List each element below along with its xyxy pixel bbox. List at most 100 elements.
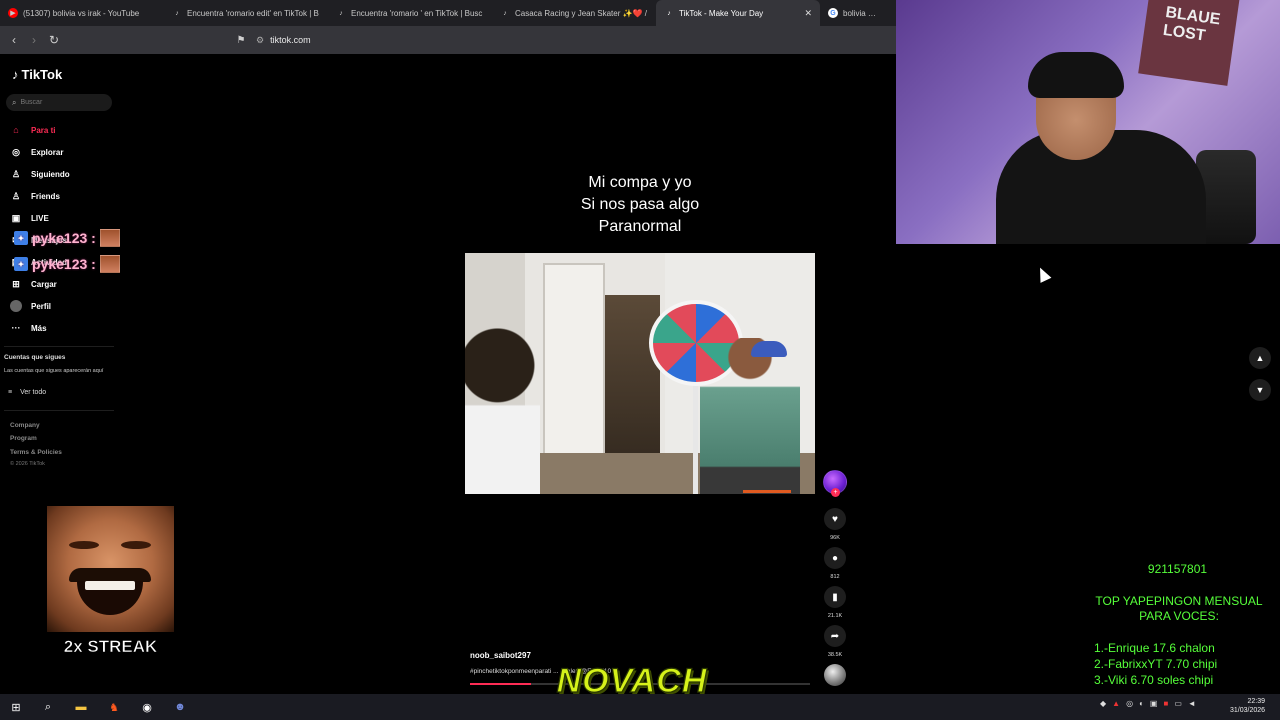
video-progress (743, 490, 791, 493)
see-all-label: Ver todo (20, 389, 47, 396)
comment-count: 812 (830, 574, 840, 580)
chevron-up-icon[interactable]: ▲ (1249, 347, 1271, 369)
search-input[interactable]: ⌕ Buscar (6, 94, 112, 111)
nav-friends[interactable]: ♙ Friends (10, 188, 60, 204)
rank-row: 2.-FabrixxYT 7.70 chipi (1094, 657, 1218, 671)
home-icon: ⌂ (13, 125, 19, 135)
tiktok-icon: ♪ (339, 9, 343, 17)
tab-title: Casaca Racing y Jean Skater ✨❤️ / (515, 8, 647, 18)
address-bar[interactable]: ⚙ tiktok.com (256, 31, 816, 49)
comment-icon[interactable]: ● (824, 547, 846, 569)
comment-action[interactable]: ● 812 (822, 547, 848, 580)
nav-label: Perfil (31, 301, 52, 311)
tiktok-logo[interactable]: ♪ TikTok (12, 67, 62, 82)
reload-icon[interactable]: ↻ (44, 30, 64, 50)
nav-para-ti[interactable]: ⌂ Para ti (10, 122, 55, 138)
nav-label: Cargar (31, 279, 57, 289)
nav-siguiendo[interactable]: ♙ Siguiendo (10, 166, 70, 182)
browser-tab[interactable]: ♪ Casaca Racing y Jean Skater ✨❤️ / (492, 0, 656, 26)
top-donors-title: TOP YAPEPINGON MENSUAL PARA VOCES: (1095, 594, 1263, 623)
caption-line: Paranormal (598, 218, 682, 235)
video-caption: Mi compa y yo Si nos pasa algo Paranorma… (520, 172, 760, 238)
tray-icon[interactable]: ◆ (1100, 699, 1106, 708)
nav-perfil[interactable]: ● Perfil (10, 298, 51, 314)
streamer-hair (1028, 52, 1124, 98)
logo-text: TikTok (21, 67, 63, 82)
chat-message: ✦ pyke123 : (14, 254, 120, 274)
share-action[interactable]: ➦ 38.5K (822, 625, 848, 658)
tray-icon[interactable]: ◎ (1126, 699, 1133, 708)
nav-live[interactable]: ▣ LIVE (10, 210, 49, 226)
brand-logo: NOVACH (556, 661, 708, 700)
youtube-icon: ▶ (8, 8, 18, 18)
bookmark-icon[interactable]: ▮ (824, 586, 846, 608)
share-icon[interactable]: ➦ (824, 625, 846, 647)
phone-number: 921157801 (1147, 562, 1208, 576)
browser-tab-active[interactable]: ♪ TikTok - Make Your Day ✕ (656, 0, 820, 26)
nav-label: Friends (31, 191, 60, 201)
tray-icon[interactable]: ■ (1163, 699, 1168, 708)
brave-icon[interactable]: ♞ (103, 697, 125, 717)
save-count: 21.1K (827, 613, 843, 619)
share-count: 38.5K (827, 652, 843, 658)
like-action[interactable]: ♥ 96K (822, 508, 848, 541)
music-disc-icon[interactable] (824, 664, 846, 686)
footer-company[interactable]: Company (10, 422, 40, 429)
footer-program[interactable]: Program (10, 435, 37, 442)
bookmark-icon[interactable]: ⚑ (231, 30, 251, 50)
video-username[interactable]: noob_saibot297 (470, 651, 531, 660)
chat-emote (99, 255, 120, 273)
back-icon[interactable]: ‹ (4, 30, 24, 50)
app-icon[interactable]: ◉ (136, 697, 158, 717)
chat-username: pyke123 : (32, 230, 96, 246)
nav-label: LIVE (31, 213, 49, 223)
mouse-cursor (1034, 265, 1052, 283)
caption-line: Si nos pasa algo (580, 196, 700, 213)
tab-title: Encuentra 'romario ' en TikTok | Busc (351, 8, 483, 18)
heart-icon[interactable]: ♥ (824, 508, 846, 530)
tray-icon[interactable]: ◐ (1139, 699, 1144, 708)
chevron-down-icon[interactable]: ▼ (1249, 379, 1271, 401)
following-section-sub: Las cuentas que sigues aparecerán aquí (4, 368, 104, 374)
forward-icon[interactable]: › (24, 30, 44, 50)
volume-icon[interactable]: ◄ (1188, 699, 1196, 708)
follow-plus-icon[interactable]: + (831, 488, 840, 497)
browser-tab[interactable]: ♪ Encuentra 'romario ' en TikTok | Busc (328, 0, 492, 26)
chat-emote (99, 229, 120, 247)
divider (4, 346, 114, 347)
taskbar-clock[interactable]: 22:39 31/03/2026 (1230, 697, 1265, 715)
discord-icon[interactable]: ☻ (169, 697, 191, 717)
tray-icon[interactable]: ▲ (1112, 699, 1120, 708)
see-all-link[interactable]: ≡ Ver todo (8, 389, 46, 396)
nav-explorar[interactable]: ◎ Explorar (10, 144, 63, 160)
browser-tab[interactable]: G bolivia vs - Bu (820, 0, 886, 26)
upload-icon: ⊞ (12, 278, 20, 289)
windows-start-icon[interactable]: ⊞ (5, 697, 27, 717)
list-icon: ≡ (8, 389, 13, 396)
webcam-feed: BLAUE LOST (896, 0, 1280, 244)
search-icon[interactable]: ⌕ (37, 697, 59, 717)
browser-tab[interactable]: ▶ (51307) bolivia vs irak - YouTube (0, 0, 164, 26)
streak-image (47, 506, 174, 632)
browser-tab[interactable]: ♪ Encuentra 'romario edit' en TikTok | B (164, 0, 328, 26)
rank-row: 3.-Viki 6.70 soles chipi (1094, 673, 1214, 687)
tray-icon[interactable]: ▣ (1150, 699, 1158, 708)
following-icon: ♙ (11, 168, 21, 179)
network-icon[interactable]: ▭ (1174, 699, 1182, 708)
video-player[interactable] (465, 253, 815, 494)
nav-mas[interactable]: ··· Más (10, 320, 47, 336)
system-tray: ◆ ▲ ◎ ◐ ▣ ■ ▭ ◄ (1100, 699, 1196, 708)
nav-label: Para ti (31, 125, 56, 135)
tab-title: bolivia vs - Bu (843, 8, 878, 18)
close-tab-icon[interactable]: ✕ (804, 8, 812, 19)
nav-cargar[interactable]: ⊞ Cargar (10, 276, 57, 292)
screen: ▶ (51307) bolivia vs irak - YouTube ♪ En… (0, 0, 1280, 720)
tab-title: (51307) bolivia vs irak - YouTube (23, 8, 140, 18)
site-info-icon[interactable]: ⚙ (256, 35, 264, 46)
browser-tabstrip: ▶ (51307) bolivia vs irak - YouTube ♪ En… (0, 0, 896, 26)
file-explorer-icon[interactable]: ▬ (70, 697, 92, 717)
clock-date: 31/03/2026 (1230, 707, 1266, 714)
save-action[interactable]: ▮ 21.1K (822, 586, 848, 619)
divider (4, 410, 114, 411)
footer-terms[interactable]: Terms & Policies (10, 449, 62, 456)
